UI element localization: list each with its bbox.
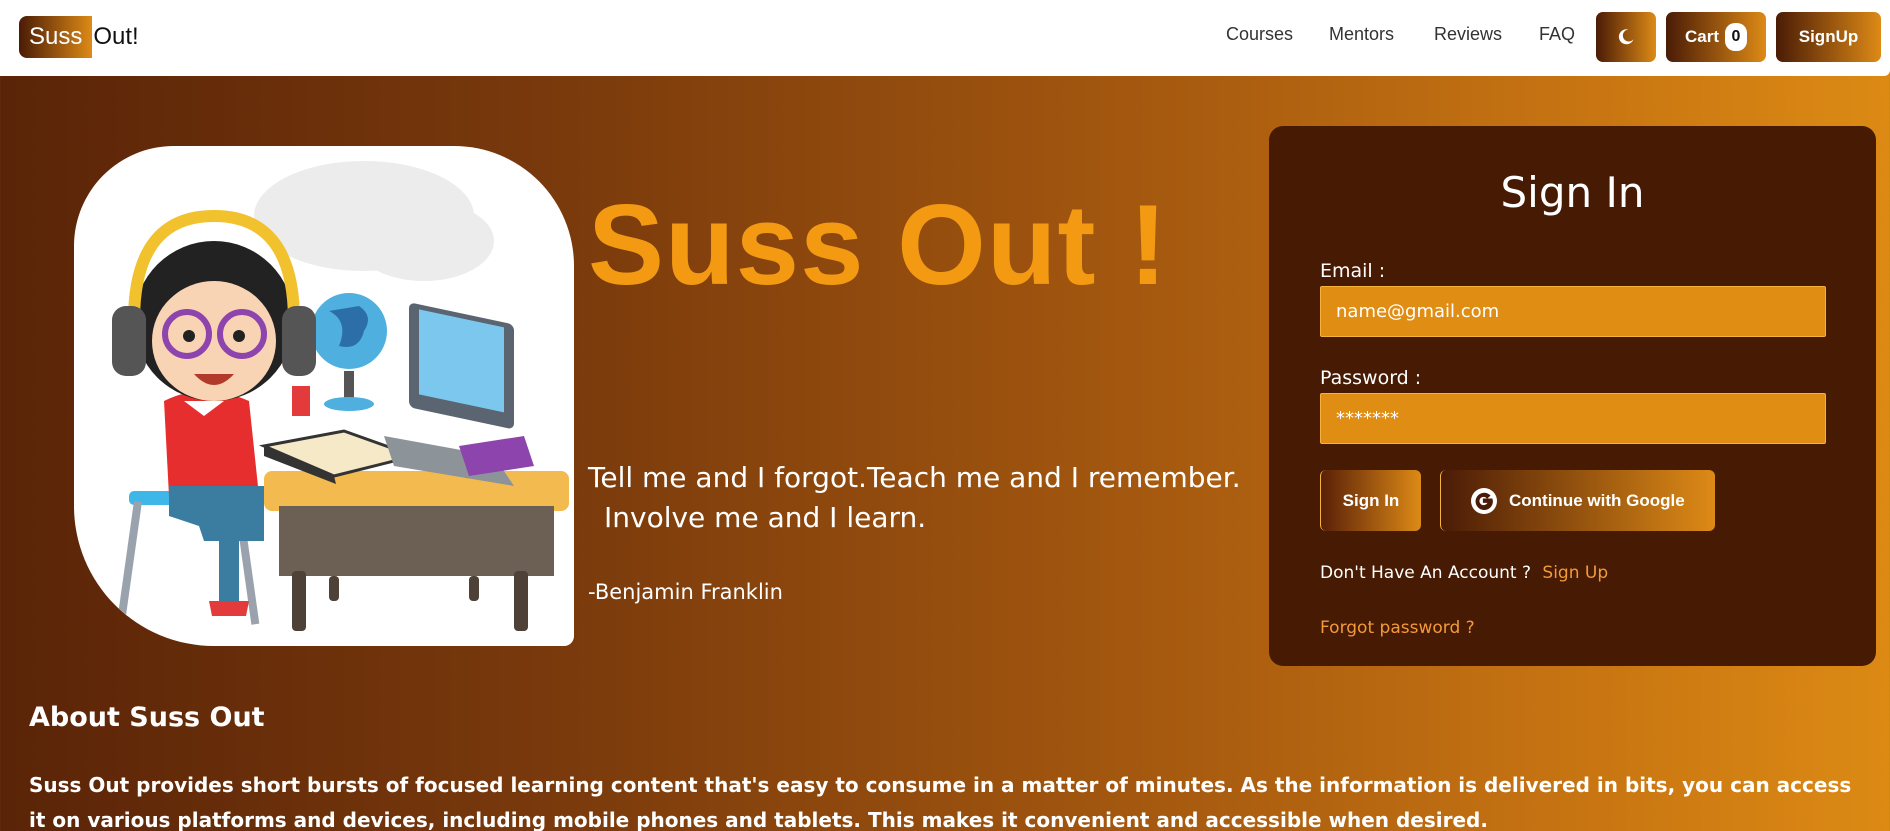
nav-signup-button[interactable]: SignUp [1776,12,1881,62]
password-input[interactable] [1320,393,1826,444]
nav-link-courses[interactable]: Courses [1226,24,1293,45]
navbar: Suss Out! Courses Mentors Reviews FAQ Ca… [0,0,1890,76]
hero-illustration [74,146,574,646]
google-button-label: Continue with Google [1509,490,1685,510]
signin-title: Sign In [1500,168,1645,217]
theme-toggle-button[interactable] [1596,12,1656,62]
email-label: Email : [1320,260,1386,282]
cart-count-badge: 0 [1725,23,1747,51]
google-signin-button[interactable]: Continue with Google [1440,470,1715,531]
quote-author: -Benjamin Franklin [588,580,783,604]
forgot-password-link[interactable]: Forgot password ? [1320,618,1475,638]
no-account-text: Don't Have An Account ? [1320,563,1532,583]
hero-quote: Tell me and I forgot.Teach me and I reme… [588,458,1248,538]
brand-logo-suss: Suss [19,16,93,58]
quote-line-2: Involve me and I learn. [604,501,927,534]
cart-button[interactable]: Cart 0 [1666,12,1766,62]
quote-line-1: Tell me and I forgot.Teach me and I reme… [588,461,1241,494]
moon-icon [1618,29,1634,45]
nav-link-faq[interactable]: FAQ [1539,24,1575,45]
signin-card: Sign In Email : Password : Sign In Conti… [1269,126,1876,666]
brand-logo[interactable]: Suss Out! [19,16,139,58]
signup-link[interactable]: Sign Up [1542,563,1608,583]
about-text: Suss Out provides short bursts of focuse… [29,773,1852,831]
email-input[interactable] [1320,286,1826,337]
password-label: Password : [1320,367,1422,389]
cart-label: Cart [1684,27,1719,46]
brand-logo-out: Out! [93,23,139,50]
about-heading: About Suss Out [29,702,265,733]
google-icon [1471,487,1497,514]
no-account-row: Don't Have An Account ? Sign Up [1320,563,1608,583]
nav-link-mentors[interactable]: Mentors [1329,24,1394,45]
hero-title: Suss Out ! [588,182,1169,309]
signin-button[interactable]: Sign In [1320,470,1421,531]
student-at-desk-illustration [112,161,569,631]
nav-link-reviews[interactable]: Reviews [1434,24,1502,45]
